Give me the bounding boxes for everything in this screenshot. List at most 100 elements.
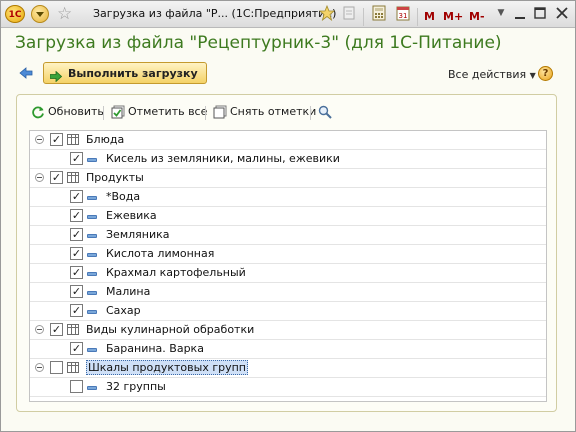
tree-row-label: Малина	[106, 285, 151, 298]
check-all-button[interactable]: Отметить все	[111, 102, 207, 122]
row-checkbox[interactable]: ✓	[70, 228, 83, 241]
row-checkbox[interactable]: ✓	[50, 133, 63, 146]
uncheck-all-button[interactable]: Снять отметки	[213, 102, 316, 122]
tree-item-row[interactable]: ✓ *Вода	[30, 188, 546, 207]
uncheck-all-label: Снять отметки	[230, 105, 317, 118]
collapse-icon[interactable]	[35, 135, 44, 144]
window-title: Загрузка из файла "Р... (1С:Предприятие)	[93, 7, 337, 20]
element-icon	[87, 196, 97, 200]
calculator-icon[interactable]	[371, 5, 387, 21]
all-actions-menu[interactable]: Все действия ▼	[448, 68, 536, 81]
element-icon	[87, 348, 97, 352]
tree-row-label: Кислота лимонная	[106, 247, 215, 260]
tree-group-row[interactable]: ✓ Блюда	[30, 131, 546, 150]
tree-row-label: Продукты	[86, 171, 144, 184]
uncheck-all-icon	[213, 105, 227, 119]
tree-row-label: Ежевика	[106, 209, 157, 222]
element-icon	[87, 253, 97, 257]
close-icon[interactable]	[554, 6, 570, 22]
tree-row-label: Сахар	[106, 304, 141, 317]
tree-item-row[interactable]: 32 группы	[30, 378, 546, 397]
row-checkbox[interactable]: ✓	[70, 190, 83, 203]
check-all-icon	[111, 105, 125, 119]
refresh-icon	[31, 105, 45, 119]
element-icon	[87, 234, 97, 238]
svg-text:31: 31	[399, 12, 408, 20]
memory-minus-button[interactable]: M-	[469, 10, 485, 23]
element-icon	[87, 386, 97, 390]
all-actions-label: Все действия	[448, 68, 527, 81]
tree-item-row[interactable]: ✓ Малина	[30, 283, 546, 302]
row-checkbox[interactable]: ✓	[70, 304, 83, 317]
tree-row-label: Кисель из земляники, малины, ежевики	[106, 152, 340, 165]
toolbar-separator	[205, 106, 206, 120]
check-all-label: Отметить все	[128, 105, 208, 118]
refresh-button[interactable]: Обновить	[31, 102, 104, 122]
search-icon	[318, 105, 332, 119]
toolbar-separator	[103, 106, 104, 120]
run-import-button[interactable]: Выполнить загрузку	[43, 62, 207, 84]
favorite-star-icon[interactable]: ☆	[57, 4, 72, 24]
row-checkbox[interactable]: ✓	[50, 171, 63, 184]
toolbar-separator	[310, 106, 311, 120]
chevron-down-icon: ▼	[529, 71, 536, 80]
tree-item-row[interactable]: ✓ Кислота лимонная	[30, 245, 546, 264]
row-checkbox[interactable]: ✓	[70, 266, 83, 279]
collapse-icon[interactable]	[35, 325, 44, 334]
dropdown-arrow-icon[interactable]: ▼	[493, 5, 509, 21]
1c-logo-icon[interactable]: 1С	[5, 5, 25, 23]
tree-item-row[interactable]: ✓ Баранина. Варка	[30, 340, 546, 359]
maximize-icon[interactable]	[532, 6, 548, 22]
minimize-icon[interactable]	[512, 7, 528, 23]
element-icon	[87, 158, 97, 162]
refresh-label: Обновить	[48, 105, 104, 118]
row-checkbox[interactable]: ✓	[70, 247, 83, 260]
import-tree: ✓ Блюда ✓ Кисель из земляники, малины, ежев…	[29, 130, 547, 402]
collapse-icon[interactable]	[35, 173, 44, 182]
group-table-icon	[67, 172, 79, 183]
tree-row-label: Крахмал картофельный	[106, 266, 246, 279]
tree-row-label: 32 группы	[106, 380, 166, 393]
app-window: 1С ☆ Загрузка из файла "Р... (1С:Предпри…	[0, 0, 576, 432]
add-favorite-icon[interactable]	[318, 4, 336, 22]
search-button[interactable]	[318, 102, 334, 122]
tree-item-row[interactable]: ✓ Крахмал картофельный	[30, 264, 546, 283]
tree-group-row[interactable]: ✓ Виды кулинарной обработки	[30, 321, 546, 340]
memory-m-button[interactable]: M	[424, 10, 435, 23]
tree-row-label: Блюда	[86, 133, 125, 146]
group-table-icon	[67, 134, 79, 145]
row-checkbox[interactable]	[50, 361, 63, 374]
group-table-icon	[67, 324, 79, 335]
tree-item-row[interactable]: ✓ Сахар	[30, 302, 546, 321]
element-icon	[87, 310, 97, 314]
titlebar-separator	[363, 8, 364, 26]
tree-row-label: Баранина. Варка	[106, 342, 204, 355]
memory-plus-button[interactable]: M+	[443, 10, 463, 23]
calendar-icon[interactable]: 31	[395, 5, 411, 21]
element-icon	[87, 291, 97, 295]
tree-row-label: Виды кулинарной обработки	[86, 323, 255, 336]
back-arrow-icon[interactable]	[19, 67, 33, 79]
help-button[interactable]: ?	[538, 66, 553, 81]
element-icon	[87, 215, 97, 219]
row-checkbox[interactable]: ✓	[70, 209, 83, 222]
row-checkbox[interactable]: ✓	[50, 323, 63, 336]
tree-row-label: Шкалы продуктовых групп	[86, 360, 248, 375]
tree-row-label: Земляника	[106, 228, 170, 241]
form-title: Загрузка из файла "Рецептурник-3" (для 1…	[15, 33, 502, 53]
run-import-label: Выполнить загрузку	[68, 67, 198, 80]
tree-group-row[interactable]: ✓ Продукты	[30, 169, 546, 188]
tree-group-row[interactable]: Шкалы продуктовых групп	[30, 359, 546, 378]
row-checkbox[interactable]	[70, 380, 83, 393]
row-checkbox[interactable]: ✓	[70, 152, 83, 165]
tree-item-row[interactable]: ✓ Земляника	[30, 226, 546, 245]
row-checkbox[interactable]: ✓	[70, 342, 83, 355]
tree-item-row[interactable]: ✓ Кисель из земляники, малины, ежевики	[30, 150, 546, 169]
group-table-icon	[67, 362, 79, 373]
collapse-icon[interactable]	[35, 363, 44, 372]
tree-item-row[interactable]: ✓ Ежевика	[30, 207, 546, 226]
row-checkbox[interactable]: ✓	[70, 285, 83, 298]
tree-row-label: *Вода	[106, 190, 141, 203]
main-menu-icon[interactable]	[31, 5, 49, 23]
document-icon[interactable]	[341, 5, 357, 21]
